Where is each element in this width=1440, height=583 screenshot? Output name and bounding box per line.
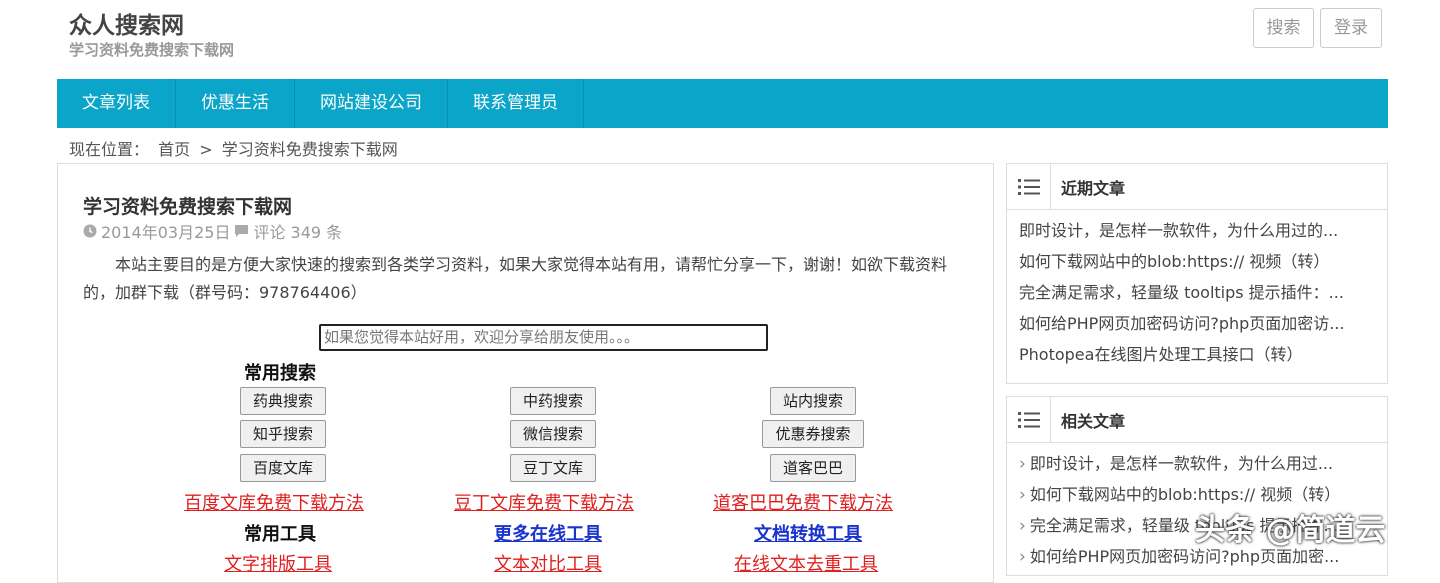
site-subtitle: 学习资料免费搜索下载网 (69, 41, 235, 59)
post-date: 2014年03月25日 (101, 223, 231, 242)
recent-post-item[interactable]: 如何下载网站中的blob:https:// 视频（转） (1019, 246, 1375, 277)
doc-convert-link[interactable]: 文档转换工具 (754, 520, 862, 546)
clock-icon (83, 224, 97, 238)
breadcrumb: 现在位置： 首页 > 学习资料免费搜索下载网 (69, 136, 402, 160)
share-message: 如果您觉得本站好用，欢迎分享给朋友使用。。。 (319, 324, 768, 351)
login-button[interactable]: 登录 (1320, 8, 1382, 48)
recent-posts-title: 近期文章 (1061, 178, 1126, 198)
comment-icon (235, 225, 249, 237)
recent-post-item[interactable]: 即时设计，是怎样一款软件，为什么用过的... (1019, 215, 1375, 246)
coupon-search-button[interactable]: 优惠券搜索 (762, 420, 864, 448)
post-title: 学习资料免费搜索下载网 (83, 196, 293, 218)
text-compare-link[interactable]: 文本对比工具 (494, 550, 602, 576)
related-posts-header: 相关文章 (1007, 397, 1387, 443)
site-title[interactable]: 众人搜索网 (69, 6, 184, 40)
related-posts-panel: 相关文章 即时设计，是怎样一款软件，为什么用过... 如何下载网站中的blob:… (1006, 396, 1388, 576)
list-icon (1007, 397, 1051, 443)
breadcrumb-home[interactable]: 首页 (158, 140, 190, 159)
zhihu-search-button[interactable]: 知乎搜索 (240, 420, 326, 448)
baidu-download-link[interactable]: 百度文库免费下载方法 (184, 489, 364, 515)
doc88-download-link[interactable]: 道客巴巴免费下载方法 (713, 489, 893, 515)
main-nav: 文章列表 优惠生活 网站建设公司 联系管理员 (57, 79, 1388, 128)
tcm-search-button[interactable]: 中药搜索 (510, 387, 596, 415)
text-dedupe-link[interactable]: 在线文本去重工具 (734, 550, 878, 576)
post-body: 本站主要目的是方便大家快速的搜索到各类学习资料，如果大家觉得本站有用，请帮忙分享… (83, 255, 948, 302)
top-header: 众人搜索网 学习资料免费搜索下载网 搜索 登录 (0, 0, 1440, 78)
breadcrumb-current: 学习资料免费搜索下载网 (221, 140, 398, 159)
breadcrumb-label: 现在位置： (69, 140, 150, 159)
recent-posts-header: 近期文章 (1007, 164, 1387, 210)
watermark-text: 头条 @简道云 (1195, 513, 1386, 548)
docin-button[interactable]: 豆丁文库 (510, 454, 596, 482)
recent-posts-list: 即时设计，是怎样一款软件，为什么用过的... 如何下载网站中的blob:http… (1007, 210, 1387, 370)
site-search-button[interactable]: 站内搜索 (770, 387, 856, 415)
docin-download-link[interactable]: 豆丁文库免费下载方法 (454, 489, 634, 515)
nav-item-web-company[interactable]: 网站建设公司 (295, 79, 448, 128)
wechat-search-button[interactable]: 微信搜索 (510, 420, 596, 448)
common-search-heading: 常用搜索 (244, 363, 316, 384)
nav-item-articles[interactable]: 文章列表 (57, 79, 176, 128)
more-tools-link[interactable]: 更多在线工具 (494, 520, 602, 546)
post-meta: 2014年03月25日 评论 349 条 (83, 219, 342, 243)
search-button[interactable]: 搜索 (1253, 8, 1314, 48)
doc88-button[interactable]: 道客巴巴 (770, 454, 856, 482)
baidu-wenku-button[interactable]: 百度文库 (240, 454, 326, 482)
pharmacopoeia-search-button[interactable]: 药典搜索 (240, 387, 326, 415)
nav-item-contact[interactable]: 联系管理员 (448, 79, 584, 128)
related-posts-title: 相关文章 (1061, 411, 1126, 431)
text-layout-link[interactable]: 文字排版工具 (224, 550, 332, 576)
related-post-item[interactable]: 即时设计，是怎样一款软件，为什么用过... (1019, 448, 1375, 479)
list-icon (1007, 164, 1051, 210)
recent-post-item[interactable]: 如何给PHP网页加密码访问?php页面加密访... (1019, 308, 1375, 339)
recent-post-item[interactable]: Photopea在线图片处理工具接口（转） (1019, 339, 1375, 370)
common-tools-heading: 常用工具 (244, 524, 316, 545)
article-panel: 学习资料免费搜索下载网 2014年03月25日 评论 349 条 本站主要目的是… (57, 163, 994, 583)
recent-posts-panel: 近期文章 即时设计，是怎样一款软件，为什么用过的... 如何下载网站中的blob… (1006, 163, 1388, 384)
breadcrumb-separator: > (199, 140, 213, 159)
recent-post-item[interactable]: 完全满足需求，轻量级 tooltips 提示插件：... (1019, 277, 1375, 308)
post-comments[interactable]: 评论 349 条 (253, 219, 342, 243)
nav-item-deals[interactable]: 优惠生活 (176, 79, 295, 128)
